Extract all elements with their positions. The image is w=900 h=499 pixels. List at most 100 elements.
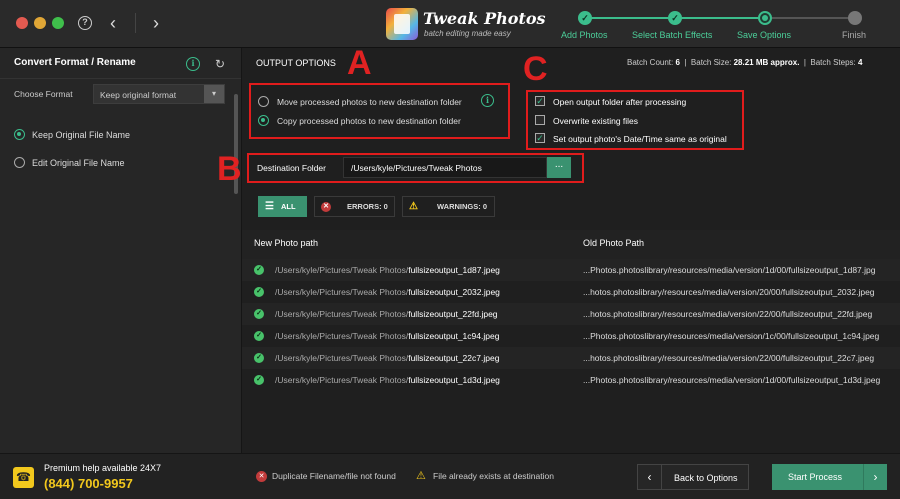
new-path-dir: /Users/kyle/Pictures/Tweak Photos/ <box>275 331 409 341</box>
keep-name-radio[interactable] <box>14 129 25 140</box>
filter-errors-button[interactable]: ✕ ERRORS: 0 <box>314 196 395 217</box>
copy-label[interactable]: Copy processed photos to new destination… <box>277 116 461 126</box>
app-logo-icon <box>386 8 418 40</box>
new-path-dir: /Users/kyle/Pictures/Tweak Photos/ <box>275 375 409 385</box>
new-path-file: fullsizeoutput_22c7.jpeg <box>408 353 500 363</box>
format-select[interactable]: Keep original format ▾ <box>93 84 225 104</box>
minimize-window-button[interactable] <box>34 17 46 29</box>
new-path-dir: /Users/kyle/Pictures/Tweak Photos/ <box>275 353 409 363</box>
step-label-batch-effects[interactable]: Select Batch Effects <box>632 30 712 40</box>
back-arrow-icon[interactable]: ‹ <box>110 14 116 32</box>
back-to-options-button[interactable]: ‹ Back to Options <box>637 464 749 490</box>
col-old-photo-path: Old Photo Path <box>583 238 645 248</box>
old-path: ...hotos.photoslibrary/resources/media/v… <box>583 287 875 297</box>
start-process-button[interactable]: Start Process › <box>772 464 887 490</box>
old-path: ...Photos.photoslibrary/resources/media/… <box>583 375 881 385</box>
new-path-file: fullsizeoutput_1d3d.jpeg <box>408 375 500 385</box>
table-row[interactable]: ✓ /Users/kyle/Pictures/Tweak Photos/full… <box>242 259 900 281</box>
move-radio[interactable] <box>258 96 269 107</box>
sidebar: Convert Format / Rename i ↻ Choose Forma… <box>0 48 242 453</box>
old-path: ...hotos.photoslibrary/resources/media/v… <box>583 309 873 319</box>
move-copy-group <box>249 83 510 139</box>
step-label-add-photos[interactable]: Add Photos <box>561 30 608 40</box>
browse-button[interactable]: ... <box>547 157 571 178</box>
help-icon[interactable]: ? <box>78 16 92 30</box>
photo-path-table: New Photo path Old Photo Path ✓ /Users/k… <box>242 230 900 391</box>
overwrite-label[interactable]: Overwrite existing files <box>553 116 638 126</box>
zoom-window-button[interactable] <box>52 17 64 29</box>
annotation-a: A <box>347 44 372 82</box>
move-label[interactable]: Move processed photos to new destination… <box>277 97 462 107</box>
open-folder-checkbox[interactable]: ✓ <box>535 96 545 106</box>
old-path: ...Photos.photoslibrary/resources/media/… <box>583 265 876 275</box>
table-row[interactable]: ✓ /Users/kyle/Pictures/Tweak Photos/full… <box>242 325 900 347</box>
footer: ✕ Duplicate Filename/file not found ⚠ Fi… <box>242 453 900 499</box>
new-path-dir: /Users/kyle/Pictures/Tweak Photos/ <box>275 265 409 275</box>
app-tagline: batch editing made easy <box>424 29 511 38</box>
refresh-icon[interactable]: ↻ <box>215 57 225 71</box>
table-row[interactable]: ✓ /Users/kyle/Pictures/Tweak Photos/full… <box>242 303 900 325</box>
keep-name-label[interactable]: Keep Original File Name <box>32 130 130 140</box>
new-path: /Users/kyle/Pictures/Tweak Photos/fullsi… <box>275 353 499 363</box>
old-path: ...Photos.photoslibrary/resources/media/… <box>583 331 880 341</box>
output-options-title: OUTPUT OPTIONS <box>256 58 336 68</box>
filter-errors-label: ERRORS: 0 <box>347 202 388 211</box>
forward-arrow-icon[interactable]: › <box>153 14 159 32</box>
destination-folder-input[interactable]: /Users/kyle/Pictures/Tweak Photos <box>343 157 547 178</box>
help-phone[interactable]: (844) 700-9957 <box>44 476 133 491</box>
step-label-save-options[interactable]: Save Options <box>737 30 791 40</box>
legend-warning: File already exists at destination <box>433 471 554 481</box>
batch-info: Batch Count: 6 | Batch Size: 28.21 MB ap… <box>627 58 863 67</box>
help-text: Premium help available 24X7 <box>44 463 162 473</box>
step-pending-dot <box>848 11 862 25</box>
annotation-b: B <box>217 150 242 188</box>
phone-icon: ☎ <box>13 467 34 488</box>
choose-format-label: Choose Format <box>14 89 73 99</box>
divider <box>0 78 241 79</box>
step-current-dot <box>758 11 772 25</box>
new-path-dir: /Users/kyle/Pictures/Tweak Photos/ <box>275 287 409 297</box>
info-icon[interactable]: i <box>186 57 200 71</box>
premium-help: ☎ Premium help available 24X7 (844) 700-… <box>0 453 242 499</box>
start-label: Start Process <box>788 472 843 482</box>
format-select-value: Keep original format <box>100 90 177 100</box>
step-done-check-icon: ✓ <box>578 11 592 25</box>
table-row[interactable]: ✓ /Users/kyle/Pictures/Tweak Photos/full… <box>242 369 900 391</box>
new-path: /Users/kyle/Pictures/Tweak Photos/fullsi… <box>275 265 500 275</box>
close-window-button[interactable] <box>16 17 28 29</box>
batch-size: 28.21 MB approx. <box>733 58 800 67</box>
success-check-icon: ✓ <box>254 375 264 385</box>
set-date-label[interactable]: Set output photo's Date/Time same as ori… <box>553 134 727 144</box>
info-icon[interactable]: i <box>481 94 494 107</box>
warning-icon: ⚠ <box>416 470 426 482</box>
filter-all-button[interactable]: ☰ ALL <box>258 196 307 217</box>
destination-folder-label: Destination Folder <box>257 163 326 173</box>
copy-radio[interactable] <box>258 115 269 126</box>
set-date-checkbox[interactable]: ✓ <box>535 133 545 143</box>
col-new-photo-path: New Photo path <box>254 238 319 248</box>
success-check-icon: ✓ <box>254 265 264 275</box>
filter-warnings-button[interactable]: ⚠ WARNINGS: 0 <box>402 196 495 217</box>
batch-steps-label: Batch Steps: <box>810 58 856 67</box>
open-folder-label[interactable]: Open output folder after processing <box>553 97 686 107</box>
app-name: Tweak Photos <box>423 9 546 28</box>
edit-name-radio[interactable] <box>14 157 25 168</box>
step-connector <box>771 17 849 19</box>
batch-count: 6 <box>675 58 680 67</box>
step-label-finish: Finish <box>842 30 867 40</box>
new-path-file: fullsizeoutput_22fd.jpeg <box>408 309 498 319</box>
new-path-file: fullsizeoutput_2032.jpeg <box>408 287 500 297</box>
table-header: New Photo path Old Photo Path <box>242 230 900 260</box>
dropdown-arrow-icon[interactable]: ▾ <box>204 85 224 103</box>
overwrite-checkbox[interactable] <box>535 115 545 125</box>
sidebar-title: Convert Format / Rename <box>14 57 136 68</box>
step-done-check-icon: ✓ <box>668 11 682 25</box>
new-path-file: fullsizeoutput_1c94.jpeg <box>408 331 500 341</box>
table-row[interactable]: ✓ /Users/kyle/Pictures/Tweak Photos/full… <box>242 347 900 369</box>
success-check-icon: ✓ <box>254 353 264 363</box>
edit-name-label[interactable]: Edit Original File Name <box>32 158 125 168</box>
table-row[interactable]: ✓ /Users/kyle/Pictures/Tweak Photos/full… <box>242 281 900 303</box>
new-path-dir: /Users/kyle/Pictures/Tweak Photos/ <box>275 309 409 319</box>
chevron-right-icon: › <box>863 464 887 490</box>
batch-count-label: Batch Count: <box>627 58 674 67</box>
